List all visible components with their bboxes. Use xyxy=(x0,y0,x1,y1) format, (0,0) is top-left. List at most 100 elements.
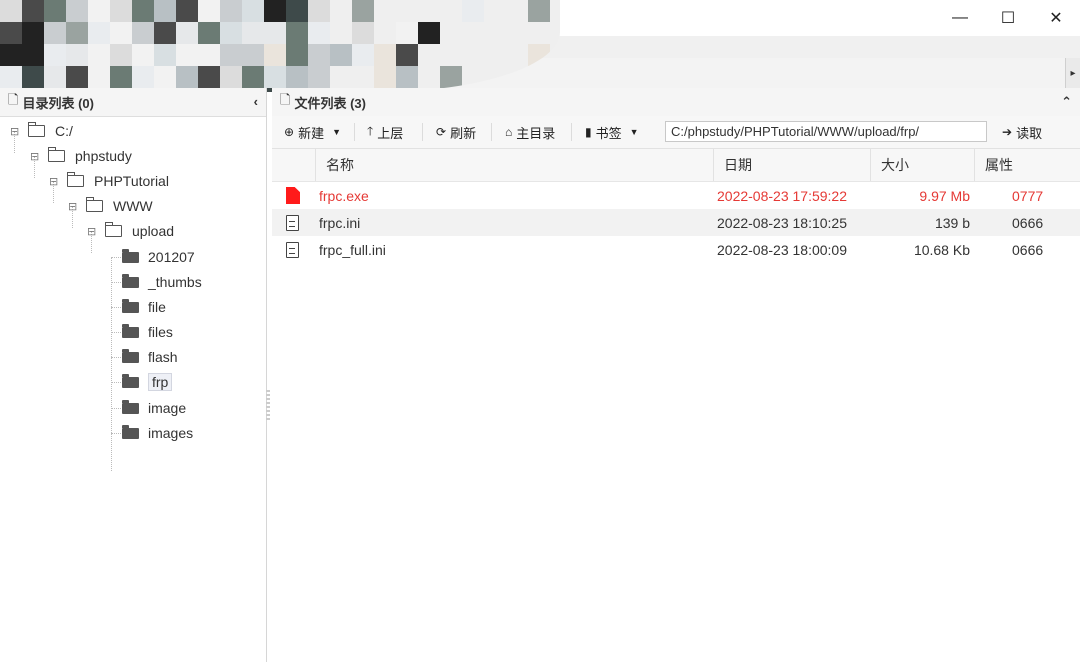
file-name[interactable]: frpc.ini xyxy=(319,209,360,236)
folder-closed-icon xyxy=(122,298,139,313)
tree-node-label: image xyxy=(148,400,187,416)
tree-node-label: files xyxy=(148,324,173,340)
collapse-toggle-icon[interactable]: ⊟ xyxy=(49,175,61,188)
arrow-up-icon: 🡑 xyxy=(367,123,374,138)
tree-node-label: C:/ xyxy=(55,123,73,139)
folder-open-icon xyxy=(48,147,65,162)
folder-closed-icon xyxy=(122,399,139,414)
tree-node-label: _thumbs xyxy=(148,274,202,290)
panel-splitter[interactable] xyxy=(266,390,270,420)
collapse-toggle-icon[interactable]: ⊟ xyxy=(10,125,22,138)
exe-file-icon xyxy=(286,187,300,204)
home-dir-button[interactable]: ⌂ 主目录 xyxy=(505,116,555,148)
tree-node-upload[interactable]: ⊟ upload xyxy=(87,219,174,243)
tree-node-www[interactable]: ⊟ WWW xyxy=(68,194,153,218)
folder-open-icon xyxy=(105,222,122,237)
file-row[interactable]: frpc.ini 2022-08-23 18:10:25 139 b 0666 xyxy=(272,209,1080,236)
collapse-toggle-icon[interactable]: ⊟ xyxy=(30,150,42,163)
tree-node-label: 201207 xyxy=(148,249,195,265)
tree-node-phpstudy[interactable]: ⊟ phpstudy xyxy=(30,144,132,168)
folder-closed-icon xyxy=(122,273,139,288)
directory-tree: ⊟ C:/ ⊟ phpstudy ⊟ PHPTutorial ⊟ WWW ⊟ u… xyxy=(0,117,266,661)
file-table-header: 名称 日期 大小 属性 xyxy=(272,149,1080,182)
read-button[interactable]: ➔ 读取 xyxy=(1002,116,1042,148)
tree-node-201207[interactable]: 201207 xyxy=(122,245,195,269)
file-attr: 0666 xyxy=(1012,241,1044,258)
tree-node-c[interactable]: ⊟ C:/ xyxy=(10,119,73,143)
folder-closed-icon xyxy=(122,424,139,439)
text-file-icon xyxy=(286,241,299,258)
file-name[interactable]: frpc.exe xyxy=(319,182,369,209)
folder-closed-icon xyxy=(122,348,139,363)
minimize-button[interactable]: — xyxy=(935,0,985,36)
tree-node-label: phpstudy xyxy=(75,148,132,164)
parent-dir-button[interactable]: 🡑 上层 xyxy=(367,116,403,148)
tree-node-label: PHPTutorial xyxy=(94,173,169,189)
tab-scroll-right-icon[interactable]: ▸ xyxy=(1065,58,1080,88)
path-input[interactable] xyxy=(665,121,987,142)
tree-node-image[interactable]: image xyxy=(122,396,186,420)
tree-node-phptutorial[interactable]: ⊟ PHPTutorial xyxy=(49,169,169,193)
bookmark-button[interactable]: ▮ 书签 ▼ xyxy=(585,116,639,148)
folder-open-icon xyxy=(86,197,103,212)
home-icon: ⌂ xyxy=(505,125,513,139)
collapse-left-icon[interactable]: ‹ xyxy=(254,94,258,109)
collapse-toggle-icon[interactable]: ⊟ xyxy=(87,225,99,238)
tree-node-label: WWW xyxy=(113,198,153,214)
column-attr[interactable]: 属性 xyxy=(974,149,1080,181)
column-date[interactable]: 日期 xyxy=(713,149,870,181)
file-date: 2022-08-23 18:10:25 xyxy=(717,214,847,231)
tree-node-files[interactable]: files xyxy=(122,320,173,344)
folder-closed-icon xyxy=(122,373,139,388)
column-name[interactable]: 名称 xyxy=(315,149,713,181)
directory-panel: 🗋 目录列表 (0) ‹ ⊟ C:/ ⊟ phpstudy ⊟ PHPTutor… xyxy=(0,88,267,662)
file-name[interactable]: frpc_full.ini xyxy=(319,236,386,263)
redacted-area xyxy=(0,0,560,92)
tree-node-label: flash xyxy=(148,349,178,365)
arrow-right-icon: ➔ xyxy=(1002,125,1013,139)
file-panel-title: 文件列表 (3) xyxy=(294,95,366,111)
maximize-button[interactable]: ☐ xyxy=(983,0,1033,36)
directory-panel-title: 目录列表 (0) xyxy=(22,95,94,111)
tree-node-label: frp xyxy=(148,373,173,391)
refresh-icon: ⟳ xyxy=(436,125,447,139)
file-date: 2022-08-23 18:00:09 xyxy=(717,241,847,258)
folder-closed-icon xyxy=(122,323,139,338)
tree-node-flash[interactable]: flash xyxy=(122,345,178,369)
tree-node-images[interactable]: images xyxy=(122,421,193,445)
caret-down-icon: ▼ xyxy=(629,127,639,137)
directory-panel-header: 🗋 目录列表 (0) ‹ xyxy=(0,88,266,117)
folder-closed-icon xyxy=(122,248,139,263)
folder-open-icon xyxy=(67,172,84,187)
file-attr: 0666 xyxy=(1012,214,1044,231)
bookmark-icon: ▮ xyxy=(585,125,592,139)
file-attr: 0777 xyxy=(1012,187,1044,204)
file-outline-icon: 🗋 xyxy=(280,92,291,107)
file-date: 2022-08-23 17:59:22 xyxy=(717,187,847,204)
close-button[interactable]: ✕ xyxy=(1031,0,1080,36)
file-panel: 🗋 文件列表 (3) ⌃ ⊕ 新建 ▼ 🡑 上层 ⟳ 刷新 ⌂ 主目录 ▮ 书签… xyxy=(272,88,1080,662)
file-size: 10.68 Kb xyxy=(913,241,970,258)
caret-down-icon: ▼ xyxy=(332,127,341,137)
new-button[interactable]: ⊕ 新建 ▼ xyxy=(284,116,341,148)
file-panel-header: 🗋 文件列表 (3) ⌃ xyxy=(272,88,1080,117)
text-file-icon xyxy=(286,214,299,231)
tree-node-thumbs[interactable]: _thumbs xyxy=(122,270,202,294)
tree-node-file[interactable]: file xyxy=(122,295,166,319)
plus-circle-icon: ⊕ xyxy=(284,125,295,139)
file-row[interactable]: frpc.exe 2022-08-23 17:59:22 9.97 Mb 077… xyxy=(272,182,1080,209)
folder-open-icon xyxy=(28,122,45,137)
collapse-up-icon[interactable]: ⌃ xyxy=(1061,94,1072,110)
folder-outline-icon: 🗋 xyxy=(8,92,19,107)
tree-node-label: upload xyxy=(132,223,175,239)
file-row[interactable]: frpc_full.ini 2022-08-23 18:00:09 10.68 … xyxy=(272,236,1080,263)
file-toolbar: ⊕ 新建 ▼ 🡑 上层 ⟳ 刷新 ⌂ 主目录 ▮ 书签 ▼ ➔ 读取 xyxy=(272,116,1080,149)
file-size: 9.97 Mb xyxy=(919,187,970,204)
tree-node-label: file xyxy=(148,299,166,315)
collapse-toggle-icon[interactable]: ⊟ xyxy=(68,200,80,213)
file-size: 139 b xyxy=(934,214,970,231)
refresh-button[interactable]: ⟳ 刷新 xyxy=(436,116,476,148)
column-size[interactable]: 大小 xyxy=(870,149,974,181)
tree-node-frp[interactable]: frp xyxy=(122,370,173,394)
tree-node-label: images xyxy=(148,425,194,441)
